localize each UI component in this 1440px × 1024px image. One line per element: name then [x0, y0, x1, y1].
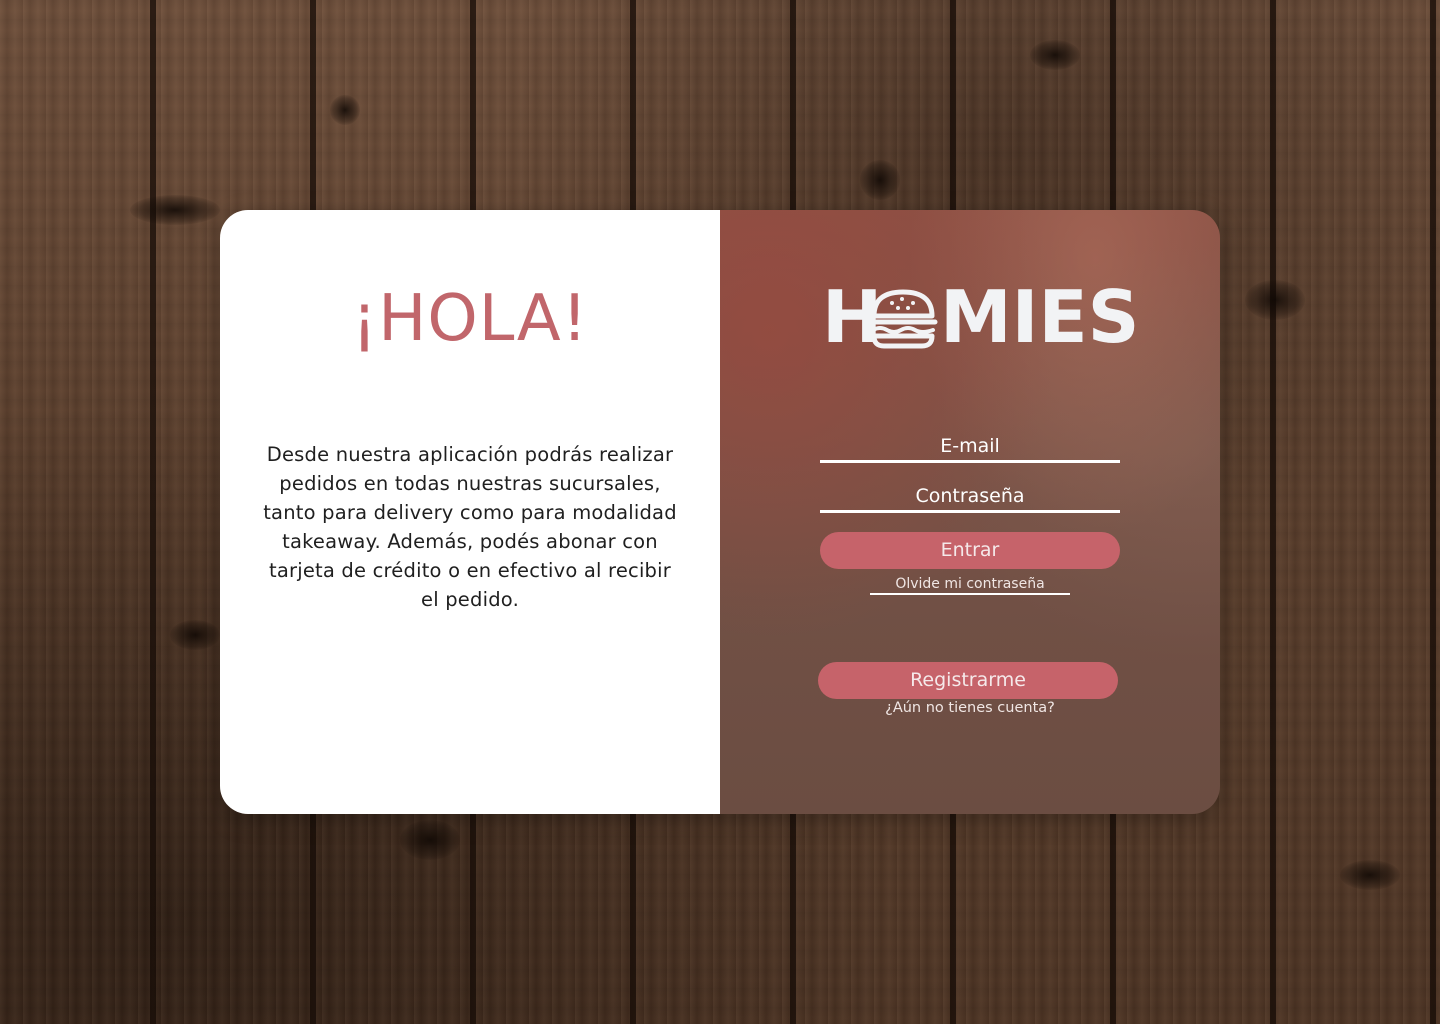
email-field[interactable]: E-mail [820, 432, 1120, 463]
logo-letters-mies: MIES [940, 275, 1140, 359]
welcome-panel: ¡HOLA! Desde nuestra aplicación podrás r… [220, 210, 720, 814]
email-label: E-mail [940, 435, 1000, 457]
wood-knot [400, 820, 460, 860]
wood-knot [130, 195, 220, 225]
burger-icon [868, 289, 938, 349]
wood-knot [330, 95, 360, 125]
wood-knot [1030, 40, 1080, 70]
forgot-password-link[interactable]: Olvide mi contraseña [870, 576, 1070, 595]
login-panel: H MIES E-mail Contraseña Entrar Olvide m… [720, 210, 1220, 814]
password-field[interactable]: Contraseña [820, 482, 1120, 513]
wood-knot [1245, 280, 1305, 320]
wood-knot [170, 620, 220, 650]
login-button[interactable]: Entrar [820, 532, 1120, 569]
homies-logo: H MIES [820, 280, 1139, 354]
no-account-text: ¿Aún no tienes cuenta? [885, 700, 1055, 716]
wood-knot [860, 160, 900, 200]
greeting-title: ¡HOLA! [351, 282, 589, 356]
welcome-description: Desde nuestra aplicación podrás realizar… [263, 443, 677, 611]
wood-knot [1340, 860, 1400, 890]
password-label: Contraseña [915, 485, 1025, 507]
register-button[interactable]: Registrarme [818, 662, 1118, 699]
login-card: ¡HOLA! Desde nuestra aplicación podrás r… [220, 210, 1220, 814]
